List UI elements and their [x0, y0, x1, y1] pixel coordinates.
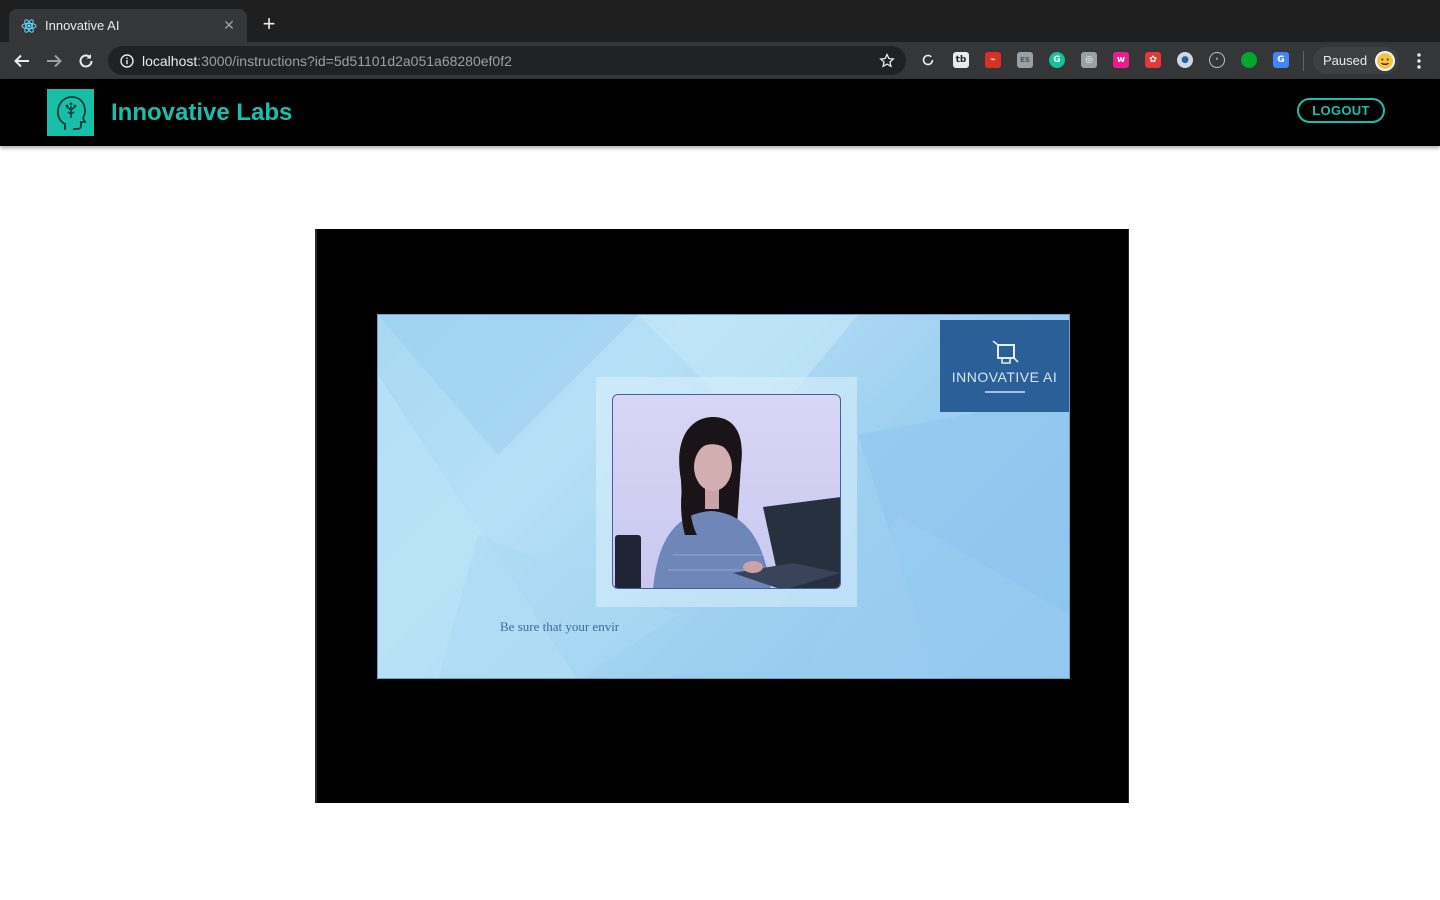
browser-tab[interactable]: Innovative AI ✕ [9, 9, 247, 42]
video-person-image [612, 394, 841, 589]
logout-button[interactable]: LOGOUT [1297, 98, 1385, 123]
info-icon[interactable] [120, 53, 134, 68]
close-tab-icon[interactable]: ✕ [221, 17, 237, 34]
more-options-icon[interactable] [1410, 51, 1428, 71]
reload-ext-icon[interactable] [920, 52, 936, 68]
watermark-underline [984, 391, 1025, 393]
profile-status: Paused [1323, 53, 1368, 68]
tab-title: Innovative AI [45, 18, 120, 33]
circle-extension-icon[interactable]: · [1209, 52, 1225, 68]
watermark-logo-icon [992, 340, 1019, 364]
w-extension-icon[interactable]: w [1113, 52, 1129, 68]
video-caption: Be sure that your envir [500, 619, 620, 634]
translate-extension-icon[interactable]: G [1273, 52, 1289, 68]
forward-button[interactable] [42, 49, 66, 73]
video-frame[interactable]: INNOVATIVE AI Be sure that your envir [377, 314, 1070, 679]
video-watermark: INNOVATIVE AI [940, 320, 1069, 412]
app-header: Innovative Labs LOGOUT [0, 79, 1440, 146]
reload-icon [79, 54, 93, 68]
react-logo-icon [21, 18, 37, 34]
url-path: :3000/instructions?id=5d51101d2a051a6828… [197, 52, 512, 69]
es-extension-icon[interactable]: ES [1017, 52, 1033, 68]
back-button[interactable] [10, 49, 34, 73]
browser-toolbar: localhost:3000/instructions?id=5d51101d2… [0, 42, 1440, 79]
new-tab-button[interactable]: + [257, 13, 281, 37]
avatar [1375, 50, 1395, 71]
red-gift-extension-icon[interactable]: ✿ [1145, 52, 1161, 68]
address-bar[interactable]: localhost:3000/instructions?id=5d51101d2… [108, 46, 906, 75]
grammarly-icon[interactable]: G [1049, 52, 1065, 68]
back-arrow-icon [14, 54, 29, 68]
brain-head-logo-icon[interactable] [47, 89, 94, 136]
blue-circle-extension-icon[interactable]: ● [1177, 52, 1193, 68]
toolbar-separator [1303, 51, 1304, 71]
watermark-text: INNOVATIVE AI [951, 369, 1058, 385]
browser-tabstrip: Innovative AI ✕ + [0, 0, 1440, 42]
tb-extension-icon[interactable]: tb [953, 52, 969, 68]
forward-arrow-icon [47, 54, 62, 68]
camera-extension-icon[interactable]: ◎ [1081, 52, 1097, 68]
brand-name[interactable]: Innovative Labs [111, 99, 292, 127]
video-player[interactable]: INNOVATIVE AI Be sure that your envir [315, 229, 1129, 803]
red-extension-icon[interactable]: ⌁ [985, 52, 1001, 68]
evernote-icon[interactable] [1241, 52, 1257, 68]
bookmark-star-icon[interactable] [878, 52, 896, 70]
url-host: localhost [142, 52, 198, 69]
url-text: localhost:3000/instructions?id=5d51101d2… [142, 53, 878, 69]
reload-button[interactable] [74, 49, 98, 73]
profile-button[interactable]: Paused [1313, 47, 1399, 74]
